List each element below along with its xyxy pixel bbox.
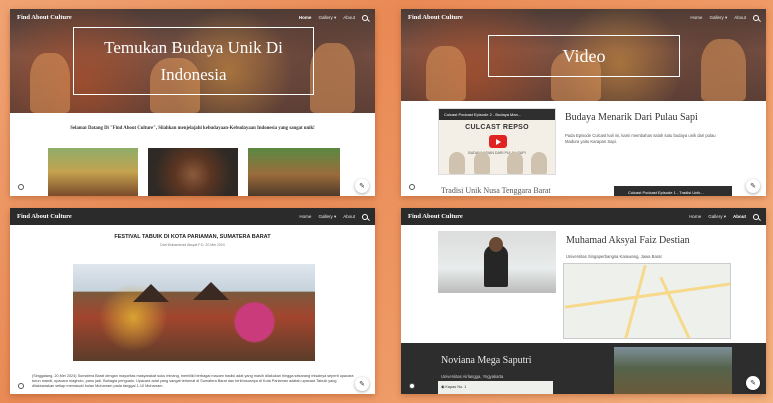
video-description: Pada Episode Culcast kali ini, kami memb… [565, 133, 716, 144]
edit-icon[interactable]: ✎ [355, 377, 369, 391]
nav-about[interactable]: About [734, 15, 746, 20]
nav-menu: Home Gallery ▾ About [690, 14, 759, 21]
accessibility-icon[interactable] [409, 184, 415, 190]
nav-gallery[interactable]: Gallery ▾ [318, 214, 336, 220]
nav-gallery-label: Gallery [318, 213, 333, 219]
search-icon[interactable] [753, 213, 759, 220]
top-navigation: Find About Culture Home Gallery ▾ About [401, 9, 766, 26]
nav-menu: Home Gallery ▾ About [299, 213, 368, 220]
nav-home[interactable]: Home [689, 214, 701, 219]
gallery-thumbnail-tribe[interactable] [248, 148, 340, 196]
nav-gallery-label: Gallery [708, 213, 723, 219]
nav-gallery[interactable]: Gallery ▾ [318, 15, 336, 21]
festival-photo [73, 264, 315, 361]
village-photo [614, 347, 732, 394]
person-name: Muhamad Aksyal Faiz Destian [566, 235, 690, 246]
nav-menu: Home Gallery ▾ About [299, 14, 368, 21]
site-brand[interactable]: Find About Culture [17, 213, 72, 220]
chevron-down-icon: ▾ [333, 213, 337, 219]
nav-gallery[interactable]: Gallery ▾ [708, 214, 726, 220]
accessibility-icon[interactable] [18, 184, 24, 190]
video-player[interactable]: Culcast Podcast Episode 2 - Budaya Man..… [438, 108, 556, 175]
video-channel-title: Culcast Podcast Episode 2 - Budaya Man..… [439, 109, 555, 120]
nav-gallery-label: Gallery [318, 14, 333, 20]
home-page-screenshot: Find About Culture Home Gallery ▾ About … [10, 9, 375, 196]
article-body: (Singgalang, 20 Mei 2024) Sumatera Barat… [32, 374, 354, 388]
person-photo [438, 231, 556, 293]
top-navigation: Find About Culture Home Gallery ▾ About [10, 208, 375, 225]
article-page-screenshot: Find About Culture Home Gallery ▾ About … [10, 208, 375, 394]
search-icon[interactable] [362, 14, 368, 21]
person-name: Noviana Mega Saputri [441, 355, 532, 366]
accessibility-icon[interactable] [18, 383, 24, 389]
location-map[interactable]: ◉ Kapas No. 1 [438, 381, 553, 394]
article-meta: Dari Muhammad Aksyal F.D. 20 Mei 2024 [160, 243, 225, 247]
edit-icon[interactable]: ✎ [746, 376, 760, 390]
welcome-text: Selamat Datang Di "Find About Culture", … [70, 126, 315, 131]
chevron-down-icon: ▾ [333, 14, 337, 20]
nav-about[interactable]: About [343, 214, 355, 219]
nav-menu: Home Gallery ▾ About [689, 213, 759, 220]
search-icon[interactable] [753, 14, 759, 21]
edit-icon[interactable]: ✎ [746, 179, 760, 193]
nav-about[interactable]: About [733, 214, 746, 219]
video-page-screenshot: Find About Culture Home Gallery ▾ About … [401, 9, 766, 196]
gallery-thumbnail-portrait[interactable] [148, 148, 238, 196]
site-brand[interactable]: Find About Culture [408, 14, 463, 21]
person-university: Universitas Singaperbangsa Karawang, Jaw… [566, 254, 662, 259]
site-brand[interactable]: Find About Culture [408, 213, 463, 220]
nav-gallery-label: Gallery [709, 14, 724, 20]
gallery-thumbnail-dancers[interactable] [48, 148, 138, 196]
play-icon[interactable] [489, 135, 507, 148]
nav-about[interactable]: About [343, 15, 355, 20]
map-label: Kapas No. 1 [445, 385, 467, 389]
chevron-down-icon: ▾ [724, 14, 728, 20]
video-cast-label: CULCAST REPSO [465, 124, 529, 131]
about-page-screenshot: Find About Culture Home Gallery ▾ About … [401, 208, 766, 394]
top-navigation: Find About Culture Home Gallery ▾ About [10, 9, 375, 26]
search-icon[interactable] [362, 213, 368, 220]
hero-title: Video [488, 35, 680, 77]
edit-icon[interactable]: ✎ [355, 179, 369, 193]
top-navigation: Find About Culture Home Gallery ▾ About [401, 208, 766, 225]
article-title: FESTIVAL TABUIK DI KOTA PARIAMAN, SUMATE… [114, 234, 271, 240]
accessibility-icon[interactable] [409, 383, 415, 389]
hero-title: Temukan Budaya Unik Di Indonesia [73, 27, 314, 95]
location-map[interactable] [563, 263, 731, 339]
next-video-title: Tradisi Unik Nusa Tenggara Barat [441, 186, 551, 195]
nav-home[interactable]: Home [299, 214, 311, 219]
nav-home[interactable]: Home [690, 15, 702, 20]
nav-home[interactable]: Home [299, 15, 312, 20]
chevron-down-icon: ▾ [723, 213, 726, 219]
person-university: Universitas Airlangga, Yogyakarta [441, 374, 504, 379]
next-video-player[interactable]: Culcast Podcast Episode 1 - Tradisi Unik… [614, 186, 732, 196]
nav-gallery[interactable]: Gallery ▾ [709, 15, 727, 21]
video-title: Budaya Menarik Dari Pulau Sapi [565, 112, 698, 123]
site-brand[interactable]: Find About Culture [17, 14, 72, 21]
